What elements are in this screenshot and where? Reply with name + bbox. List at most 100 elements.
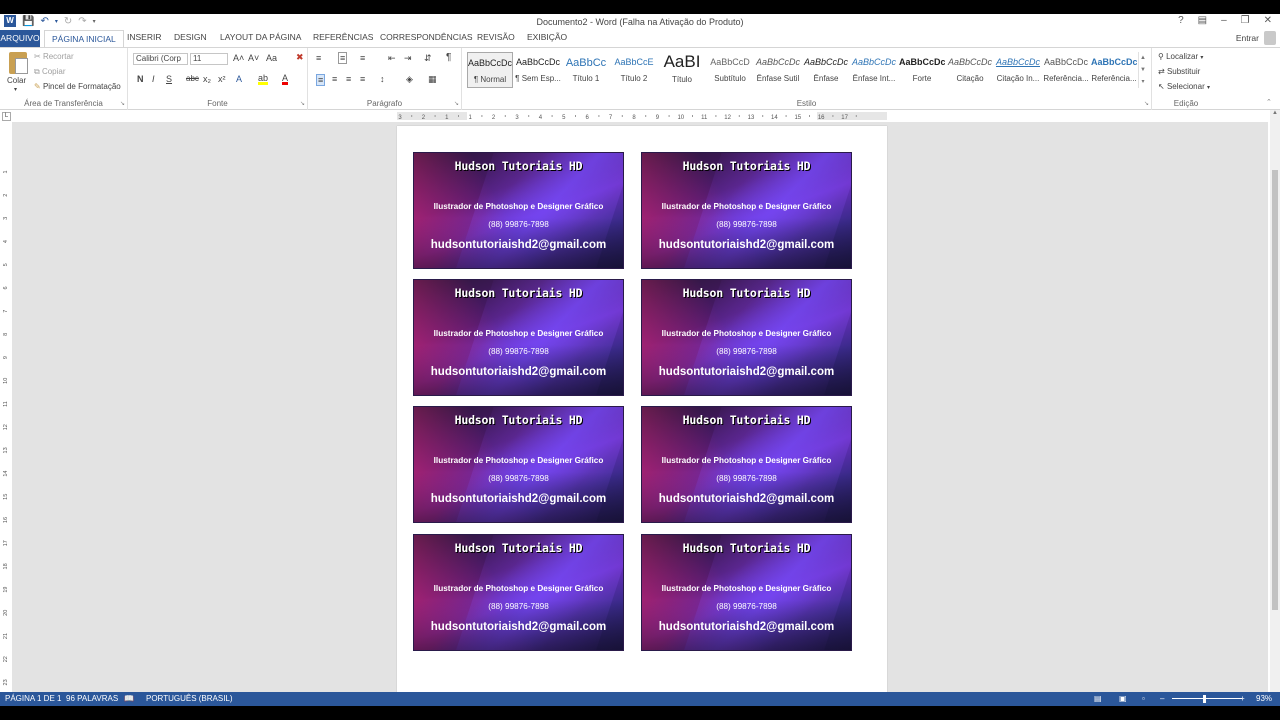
paste-icon[interactable] [9,52,28,74]
shading-icon[interactable]: ◈ [406,74,413,85]
clear-formatting-icon[interactable]: ✖ [296,52,304,63]
document-page[interactable]: Hudson Tutoriais HD Ilustrador de Photosh… [397,126,887,706]
tab-revisao[interactable]: REVISÃO [477,32,515,42]
bold-icon[interactable]: N [137,74,144,84]
tab-inserir[interactable]: INSERIR [127,32,161,42]
close-icon[interactable]: ✕ [1264,15,1272,26]
style-titulo-2[interactable]: AaBbCcE Título 2 [611,52,657,88]
bullets-icon[interactable]: ≡ [316,53,321,63]
proofing-icon[interactable]: 📖 [124,694,134,703]
align-right-icon[interactable]: ≡ [346,74,351,84]
ribbon-display-icon[interactable]: ▤ [1198,15,1207,26]
highlight-icon[interactable]: ab [258,74,269,85]
subscript-icon[interactable]: x₂ [203,74,211,84]
clipboard-launcher-icon[interactable]: ↘ [120,100,125,107]
tab-correspondencias[interactable]: CORRESPONDÊNCIAS [380,32,473,42]
font-size-combo[interactable]: 11 [190,53,228,65]
business-card[interactable]: Hudson Tutoriais HD Ilustrador de Photosh… [413,279,624,396]
justify-icon[interactable]: ≡ [360,74,365,84]
find-button[interactable]: ⚲ Localizar ▾ [1158,52,1203,61]
web-layout-icon[interactable]: ▫ [1142,694,1145,703]
styles-gallery-scroll[interactable]: ▲ ▼ ▾ [1138,52,1147,88]
zoom-slider-thumb[interactable] [1203,695,1207,703]
business-card[interactable]: Hudson Tutoriais HD Ilustrador de Photosh… [413,406,624,523]
more-styles-icon[interactable]: ▾ [1139,76,1147,88]
language[interactable]: PORTUGUÊS (BRASIL) [146,694,233,703]
replace-button[interactable]: ⇄ Substituir [1158,67,1200,76]
style-sem-espacamento[interactable]: AaBbCcDc ¶ Sem Esp... [515,52,561,88]
font-color-icon[interactable]: A [282,74,289,85]
sort-icon[interactable]: ⇵ [424,53,432,64]
vertical-ruler[interactable]: 1234567891011121314151617181920212223 [2,124,11,699]
style-citacao[interactable]: AaBbCcDc Citação [947,52,993,88]
underline-icon[interactable]: S [166,74,172,84]
vertical-scrollbar[interactable]: ▲ ▼ [1270,110,1280,706]
horizontal-ruler[interactable]: 3 2 1 1 2 3 4 5 6 7 8 9 10 11 12 13 14 15 16 17 [397,112,887,120]
style-titulo[interactable]: AaBI Título [659,52,705,88]
superscript-icon[interactable]: x² [218,74,226,84]
restore-icon[interactable]: ❐ [1241,15,1250,26]
multilevel-list-icon[interactable]: ≡ [360,53,365,63]
change-case-icon[interactable]: Aa [266,53,277,63]
page-count[interactable]: PÁGINA 1 DE 1 [5,694,61,703]
copy-button[interactable]: ⧉ Copiar [34,67,66,77]
paste-dropdown-icon[interactable]: ▾ [14,86,17,93]
business-card[interactable]: Hudson Tutoriais HD Ilustrador de Photosh… [641,534,852,651]
business-card[interactable]: Hudson Tutoriais HD Ilustrador de Photosh… [413,534,624,651]
styles-launcher-icon[interactable]: ↘ [1144,100,1149,107]
paste-button[interactable]: Colar [7,76,26,85]
tab-exibicao[interactable]: EXIBIÇÃO [527,32,567,42]
text-effects-icon[interactable]: A [236,74,242,84]
style-citacao-intensa[interactable]: AaBbCcDc Citação In... [995,52,1041,88]
style-subtitulo[interactable]: AaBbCcD Subtítulo [707,52,753,88]
chevron-down-icon[interactable]: ▼ [1139,64,1147,76]
style-normal[interactable]: AaBbCcDc ¶ Normal [467,52,513,88]
word-count[interactable]: 96 PALAVRAS [66,694,118,703]
increase-indent-icon[interactable]: ⇥ [404,53,412,64]
print-layout-icon[interactable]: ▣ [1119,694,1127,703]
chevron-up-icon[interactable]: ▲ [1139,52,1147,64]
scroll-up-icon[interactable]: ▲ [1270,110,1280,116]
scroll-thumb[interactable] [1272,170,1278,610]
avatar[interactable] [1264,31,1276,45]
minimize-icon[interactable]: – [1221,15,1227,26]
style-forte[interactable]: AaBbCcDc Forte [899,52,945,88]
style-referencia-sutil[interactable]: AaBbCcDc Referência... [1043,52,1089,88]
strikethrough-icon[interactable]: abc [186,74,199,83]
format-painter-button[interactable]: ✎ Pincel de Formatação [34,82,121,91]
numbering-icon[interactable]: ≡ [338,52,348,64]
align-center-icon[interactable]: ≡ [332,74,337,84]
tab-referencias[interactable]: REFERÊNCIAS [313,32,373,42]
business-card[interactable]: Hudson Tutoriais HD Ilustrador de Photosh… [641,406,852,523]
sign-in[interactable]: Entrar [1236,31,1276,45]
borders-icon[interactable]: ▦ [428,74,437,85]
read-mode-icon[interactable]: ▤ [1094,694,1102,703]
collapse-ribbon-icon[interactable]: ⌃ [1266,98,1272,106]
shrink-font-icon[interactable]: A˅ [248,53,259,63]
tab-selector[interactable]: L [2,112,11,121]
grow-font-icon[interactable]: A˄ [233,53,244,63]
help-icon[interactable]: ? [1178,15,1184,26]
style-titulo-1[interactable]: AaBbCc Título 1 [563,52,609,88]
business-card[interactable]: Hudson Tutoriais HD Ilustrador de Photosh… [413,152,624,269]
zoom-out-icon[interactable]: – [1160,694,1164,703]
tab-design[interactable]: DESIGN [174,32,207,42]
business-card[interactable]: Hudson Tutoriais HD Ilustrador de Photosh… [641,152,852,269]
tab-arquivo[interactable]: ARQUIVO [0,30,40,47]
select-button[interactable]: ↖ Selecionar ▾ [1158,82,1210,91]
style-enfase-sutil[interactable]: AaBbCcDc Ênfase Sutil [755,52,801,88]
style-enfase-intensa[interactable]: AaBbCcDc Ênfase Int... [851,52,897,88]
zoom-slider[interactable] [1172,698,1242,699]
show-marks-icon[interactable]: ¶ [446,52,451,63]
business-card[interactable]: Hudson Tutoriais HD Ilustrador de Photosh… [641,279,852,396]
cut-button[interactable]: ✂ Recortar [34,52,74,61]
font-launcher-icon[interactable]: ↘ [300,100,305,107]
zoom-level[interactable]: 93% [1256,694,1272,703]
style-referencia-intensa[interactable]: AaBbCcDc Referência... [1091,52,1137,88]
zoom-in-icon[interactable]: + [1240,694,1245,703]
align-left-icon[interactable]: ≡ [316,74,326,86]
tab-layout[interactable]: LAYOUT DA PÁGINA [220,32,301,42]
tab-pagina-inicial[interactable]: PÁGINA INICIAL [44,30,124,48]
line-spacing-icon[interactable]: ↕ [380,74,385,84]
decrease-indent-icon[interactable]: ⇤ [388,53,396,64]
